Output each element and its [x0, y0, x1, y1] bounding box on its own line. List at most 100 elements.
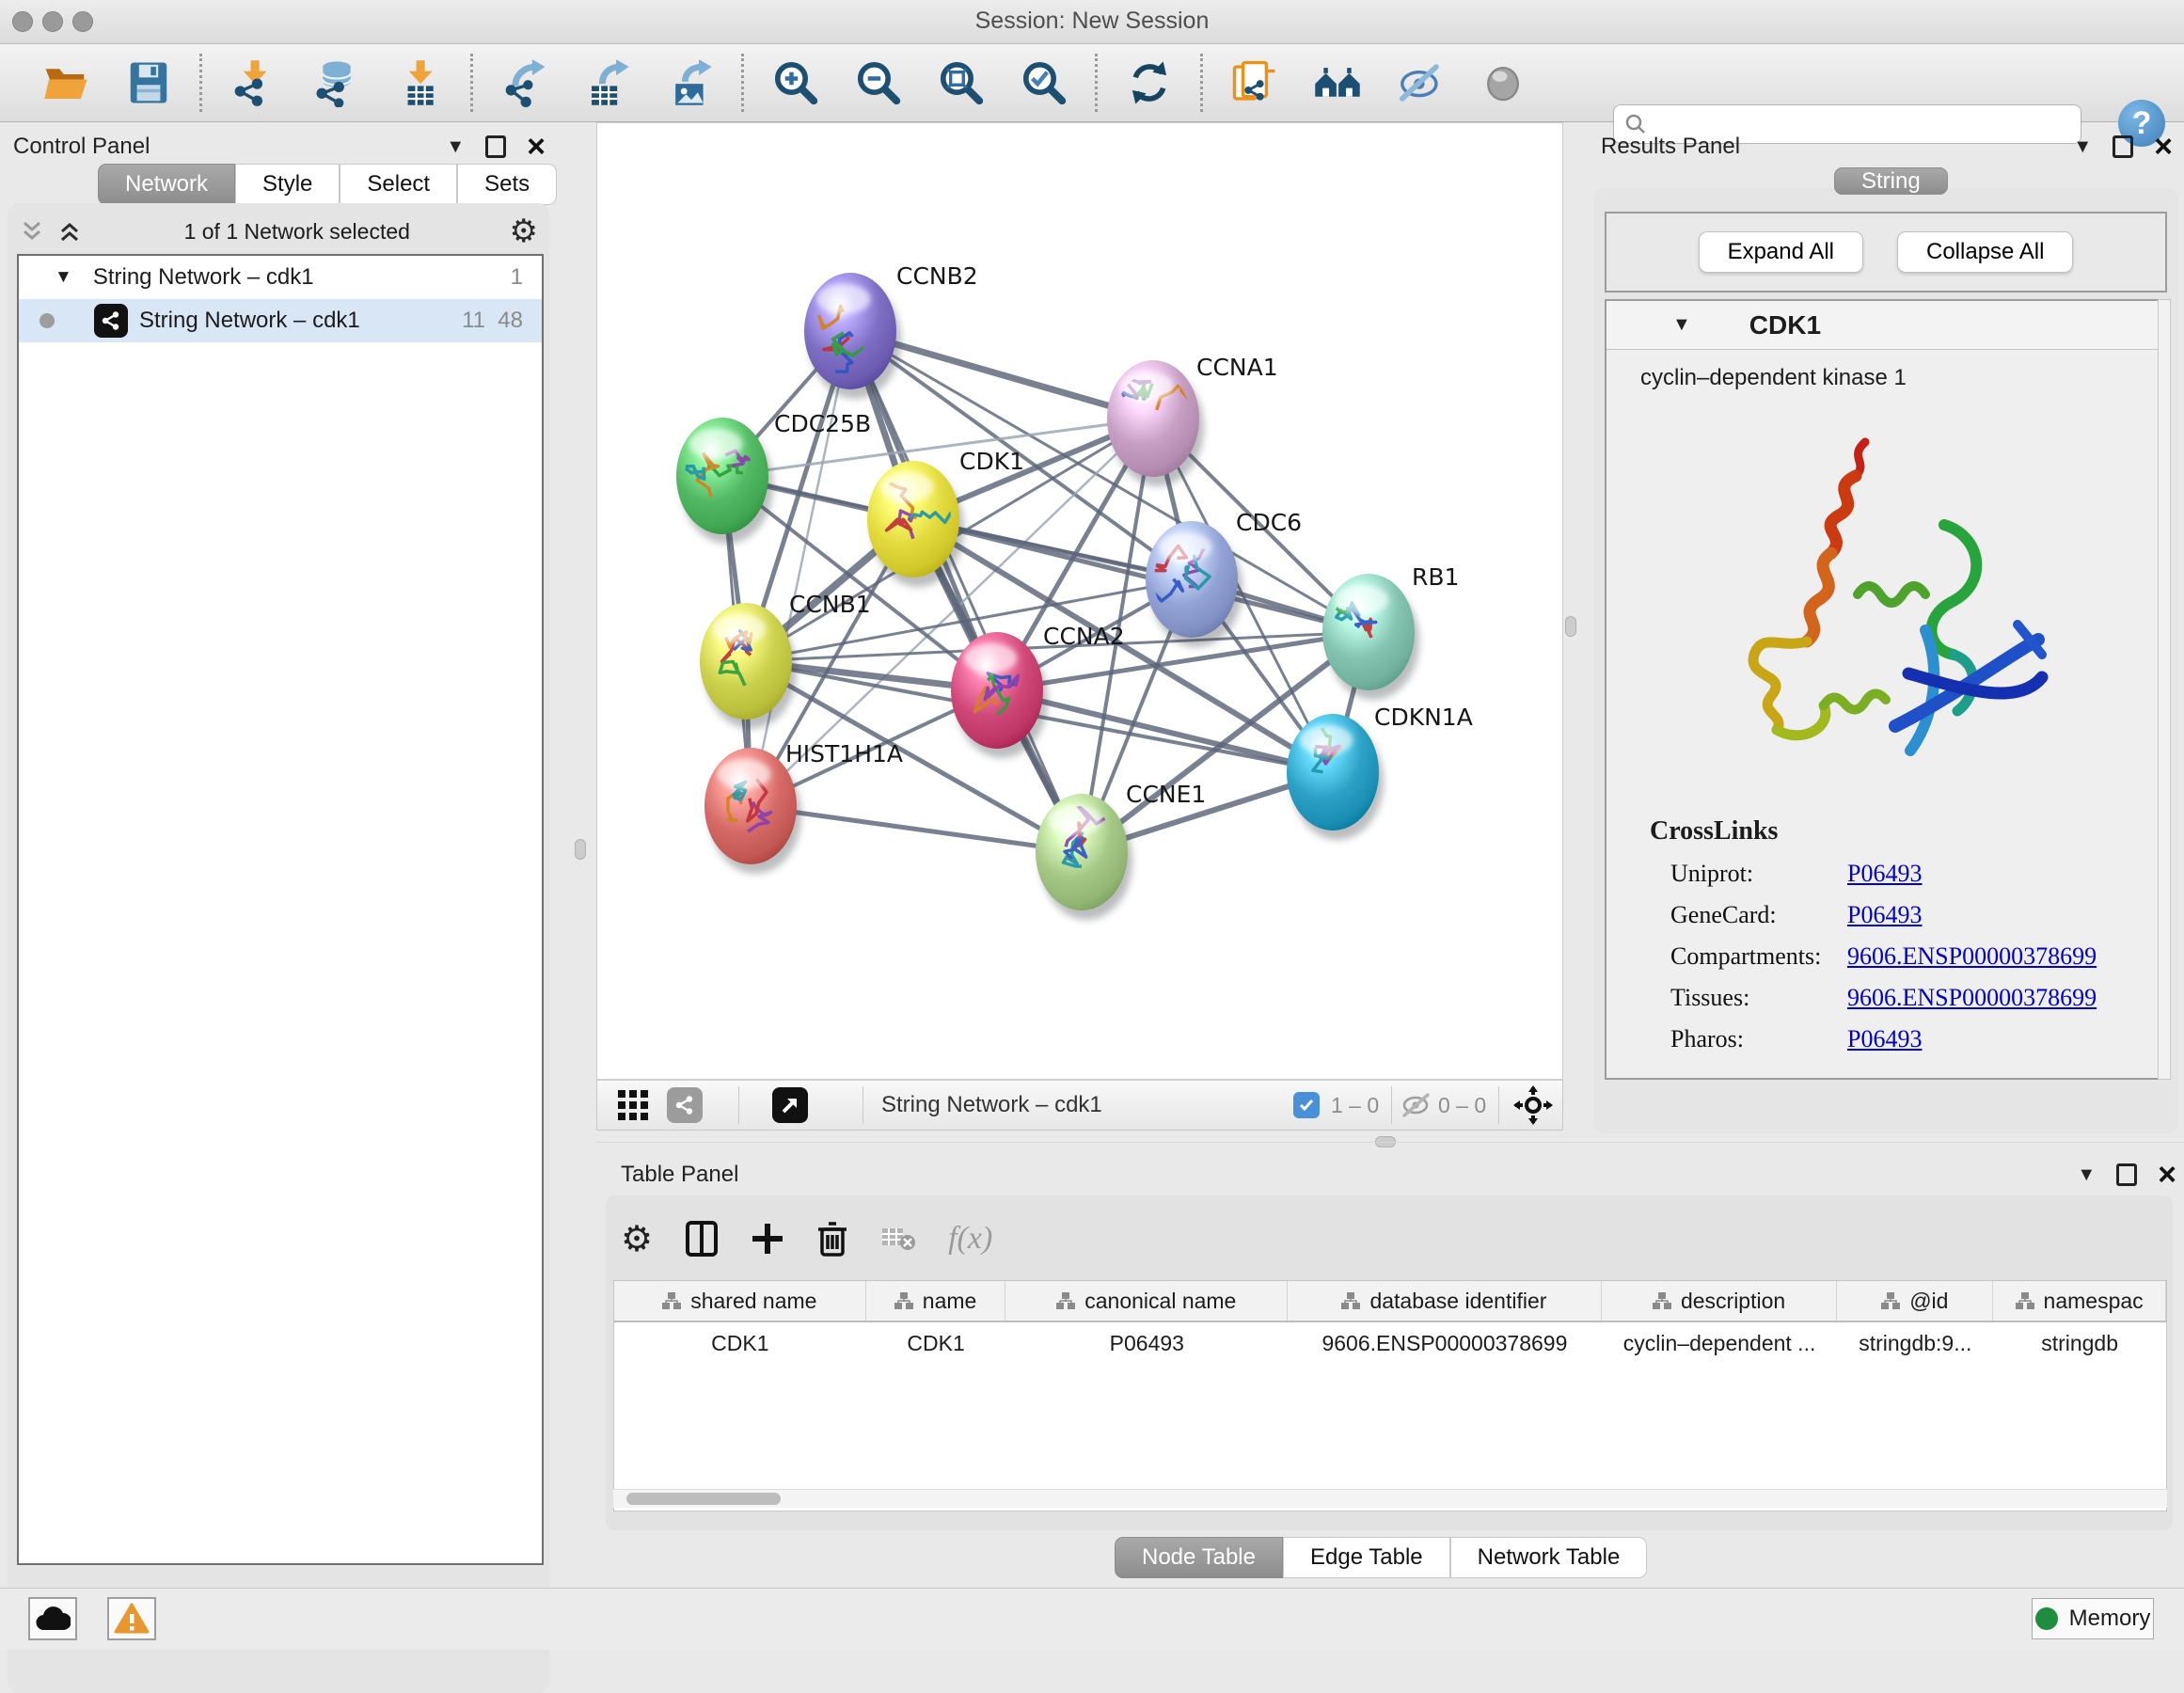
network-node-CDC25B[interactable]: CDC25B — [676, 410, 871, 544]
column-header-description[interactable]: description — [1602, 1281, 1838, 1321]
zoom-fit-button[interactable] — [920, 48, 1003, 118]
table-cell[interactable]: CDK1 — [614, 1322, 866, 1364]
window-close-icon[interactable] — [12, 11, 33, 32]
network-node-HIST1H1A[interactable]: HIST1H1A — [704, 740, 903, 874]
collapse-panel-icon[interactable]: ▼ — [446, 136, 465, 158]
network-node-CCNE1[interactable]: CCNE1 — [1036, 781, 1206, 920]
export-network-button[interactable] — [483, 48, 566, 118]
apply-layout-button[interactable] — [1108, 48, 1191, 118]
import-network-file-button[interactable] — [213, 48, 295, 118]
results-scrollbar[interactable] — [2158, 299, 2171, 1080]
memory-button[interactable]: Memory — [2032, 1598, 2154, 1639]
window-zoom-icon[interactable] — [72, 11, 93, 32]
entry-expander-icon[interactable]: ▼ — [1672, 314, 1691, 336]
add-column-icon[interactable] — [751, 1222, 784, 1256]
close-panel-icon[interactable]: × — [527, 135, 546, 158]
column-header-namespac[interactable]: namespac — [1993, 1281, 2166, 1321]
zoom-selected-button[interactable] — [1003, 48, 1085, 118]
export-image-button[interactable] — [649, 48, 732, 118]
window-minimize-icon[interactable] — [42, 11, 63, 32]
pan-crosshair-icon[interactable] — [1513, 1085, 1553, 1125]
show-columns-icon[interactable] — [685, 1220, 719, 1258]
selected-nodes-checkbox[interactable] — [1293, 1092, 1320, 1118]
table-row[interactable]: CDK1CDK1P064939606.ENSP00000378699cyclin… — [614, 1322, 2166, 1364]
first-neighbors-button[interactable] — [1296, 48, 1379, 118]
network-view-toolbar: String Network – cdk1 1 – 0 0 – 0 — [596, 1080, 1563, 1131]
open-in-cytoscape-web-button[interactable] — [1213, 48, 1296, 118]
delete-column-icon[interactable] — [816, 1220, 848, 1258]
import-table-file-button[interactable] — [378, 48, 461, 118]
collapse-panel-icon[interactable]: ▼ — [2077, 1164, 2096, 1186]
table-horizontal-scrollbar[interactable] — [613, 1489, 2167, 1508]
function-builder-icon: f(x) — [948, 1221, 992, 1257]
float-panel-icon[interactable] — [485, 135, 506, 158]
network-node-CCNA2[interactable]: CCNA2 — [951, 623, 1125, 758]
network-node-RB1[interactable]: RB1 — [1321, 563, 1459, 700]
hide-selected-button[interactable] — [1379, 48, 1462, 118]
crosslink-link[interactable]: P06493 — [1847, 901, 1922, 929]
table-cell[interactable]: stringdb:9... — [1837, 1322, 1993, 1364]
network-row[interactable]: String Network – cdk1 11 48 — [19, 299, 542, 342]
cloud-status-chip[interactable] — [28, 1597, 77, 1640]
show-all-button[interactable] — [1462, 48, 1544, 118]
expand-all-button[interactable]: Expand All — [1699, 231, 1863, 273]
table-cell[interactable]: P06493 — [1005, 1322, 1288, 1364]
network-node-CCNB2[interactable]: CCNB2 — [804, 262, 978, 399]
tab-sets[interactable]: Sets — [457, 164, 557, 205]
float-panel-icon[interactable] — [2116, 1163, 2137, 1186]
tab-edge-table[interactable]: Edge Table — [1283, 1537, 1450, 1578]
open-session-button[interactable] — [24, 48, 107, 118]
collapse-all-tree-icon[interactable] — [56, 219, 85, 244]
table-options-gear-icon[interactable]: ⚙ — [621, 1218, 653, 1260]
zoom-out-button[interactable] — [837, 48, 920, 118]
crosslink-link[interactable]: P06493 — [1847, 860, 1922, 888]
close-panel-icon[interactable]: × — [2158, 1163, 2176, 1186]
export-view-icon[interactable] — [772, 1087, 808, 1123]
column-header-shared-name[interactable]: shared name — [614, 1281, 866, 1321]
close-panel-icon[interactable]: × — [2154, 135, 2173, 158]
column-header-database-identifier[interactable]: database identifier — [1288, 1281, 1602, 1321]
table-cell[interactable]: stringdb — [1993, 1322, 2166, 1364]
crosslink-link[interactable]: P06493 — [1847, 1025, 1922, 1053]
float-panel-icon[interactable] — [2113, 135, 2133, 158]
network-node-CCNA1[interactable]: CCNA1 — [1107, 354, 1278, 486]
tab-network-table[interactable]: Network Table — [1450, 1537, 1648, 1578]
crosslink-link[interactable]: 9606.ENSP00000378699 — [1847, 942, 2097, 971]
collapse-all-button[interactable]: Collapse All — [1897, 231, 2073, 273]
collapse-panel-icon[interactable]: ▼ — [2073, 136, 2092, 158]
export-table-button[interactable] — [566, 48, 649, 118]
zoom-in-button[interactable] — [754, 48, 837, 118]
network-collection-row[interactable]: ▼ String Network – cdk1 1 — [19, 256, 542, 299]
import-network-database-button[interactable] — [295, 48, 378, 118]
string-view-icon[interactable] — [667, 1087, 703, 1123]
table-cell[interactable]: cyclin–dependent ... — [1602, 1322, 1838, 1364]
table-cell[interactable]: 9606.ENSP00000378699 — [1288, 1322, 1602, 1364]
column-header-@id[interactable]: @id — [1837, 1281, 1993, 1321]
edge-count: 48 — [498, 308, 523, 334]
network-node-CCNB1[interactable]: CCNB1 — [700, 591, 871, 729]
column-header-name[interactable]: name — [866, 1281, 1006, 1321]
tab-style[interactable]: Style — [235, 164, 340, 205]
network-node-CDKN1A[interactable]: CDKN1A — [1287, 704, 1473, 840]
tab-select[interactable]: Select — [340, 164, 457, 205]
crosslink-link[interactable]: 9606.ENSP00000378699 — [1847, 984, 2097, 1012]
birdseye-grid-icon[interactable] — [616, 1088, 650, 1122]
warning-status-chip[interactable] — [107, 1597, 156, 1640]
table-cell[interactable]: CDK1 — [866, 1322, 1006, 1364]
tree-expander-icon[interactable]: ▼ — [55, 267, 72, 288]
string-node-entry: ▼ CDK1 cyclin–dependent kinase 1 CrossLi — [1605, 299, 2167, 1080]
tab-node-table[interactable]: Node Table — [1115, 1537, 1283, 1578]
left-splitter-handle[interactable] — [575, 839, 586, 860]
scrollbar-thumb[interactable] — [626, 1493, 781, 1505]
save-session-button[interactable] — [107, 48, 190, 118]
expand-all-tree-icon[interactable] — [19, 219, 47, 244]
crosslink-row: Tissues:9606.ENSP00000378699 — [1670, 984, 2165, 1012]
network-options-gear-icon[interactable]: ⚙ — [510, 213, 538, 250]
right-splitter-handle[interactable] — [1565, 616, 1576, 637]
tab-network[interactable]: Network — [98, 164, 235, 205]
entry-header[interactable]: ▼ CDK1 — [1606, 301, 2165, 350]
current-network-dot-icon — [40, 313, 55, 328]
tab-string[interactable]: String — [1834, 167, 1948, 195]
network-canvas[interactable]: CCNB2CCNA1CDC25BCDK1CDC6RB1CCNB1CCNA2CDK… — [596, 122, 1563, 1080]
column-header-canonical-name[interactable]: canonical name — [1005, 1281, 1288, 1321]
